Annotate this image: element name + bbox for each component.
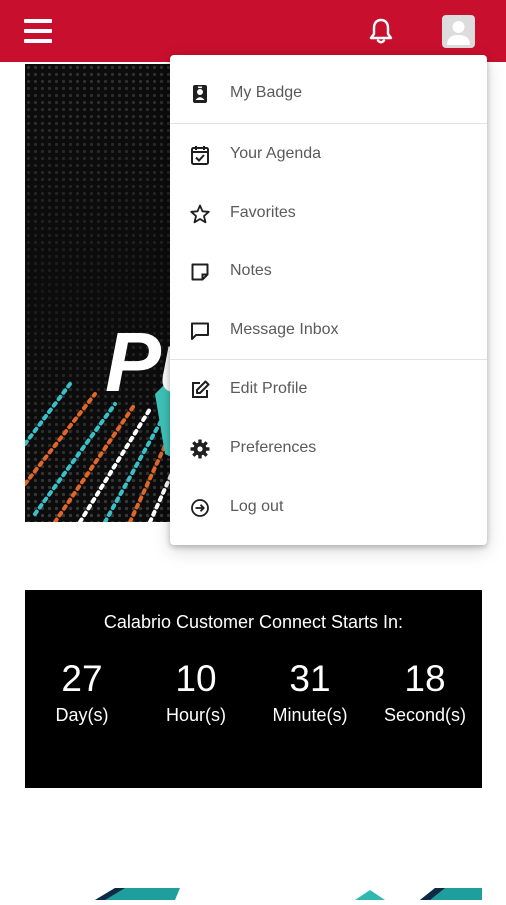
calendar-check-icon (189, 144, 211, 166)
gear-icon (189, 438, 211, 460)
menu-item-label: Favorites (230, 204, 296, 221)
menu-item-label: My Badge (230, 84, 303, 101)
hamburger-menu-icon[interactable] (24, 19, 52, 43)
menu-item-label: Your Agenda (230, 145, 322, 162)
edit-icon (189, 379, 211, 401)
menu-item-preferences[interactable]: Preferences (170, 420, 487, 476)
user-avatar-icon[interactable] (442, 15, 475, 48)
menu-item-label: Message Inbox (230, 321, 339, 338)
countdown-value: 10 (175, 658, 217, 699)
countdown-label: Second(s) (383, 705, 467, 725)
countdown-minutes: 31 Minute(s) (253, 658, 367, 726)
bell-icon[interactable] (366, 16, 396, 46)
menu-item-notes[interactable]: Notes (170, 243, 487, 299)
message-icon (189, 320, 211, 342)
countdown-label: Minute(s) (272, 705, 348, 725)
menu-divider (170, 359, 487, 360)
countdown-label: Hour(s) (165, 705, 226, 725)
menu-item-edit-profile[interactable]: Edit Profile (170, 361, 487, 417)
menu-item-label: Edit Profile (230, 380, 308, 397)
menu-item-my-badge[interactable]: My Badge (170, 65, 487, 121)
countdown-panel: Calabrio Customer Connect Starts In: 27 … (25, 590, 482, 788)
menu-item-message-inbox[interactable]: Message Inbox (170, 302, 487, 358)
countdown-value: 27 (61, 658, 103, 699)
menu-item-label: Preferences (230, 439, 317, 456)
menu-item-label: Log out (230, 498, 284, 515)
menu-item-your-agenda[interactable]: Your Agenda (170, 126, 487, 182)
countdown-days: 27 Day(s) (25, 658, 139, 726)
countdown-label: Day(s) (55, 705, 109, 725)
countdown-hours: 10 Hour(s) (139, 658, 253, 726)
star-icon (189, 203, 211, 225)
bottom-banner-art (25, 886, 482, 900)
menu-item-log-out[interactable]: Log out (170, 479, 487, 535)
countdown-seconds: 18 Second(s) (368, 658, 482, 726)
event-hero-banner: Pu (25, 64, 185, 522)
menu-divider (170, 123, 487, 124)
countdown-value: 31 (289, 658, 331, 699)
badge-icon (189, 83, 211, 105)
menu-item-label: Notes (230, 262, 272, 279)
note-icon (189, 261, 211, 283)
menu-item-favorites[interactable]: Favorites (170, 185, 487, 241)
top-app-bar (0, 0, 506, 62)
user-dropdown-menu: My Badge Your Agenda Favorites Notes Mes… (170, 55, 487, 545)
logout-icon (189, 497, 211, 519)
countdown-title: Calabrio Customer Connect Starts In: (103, 612, 404, 632)
countdown-value: 18 (404, 658, 446, 699)
